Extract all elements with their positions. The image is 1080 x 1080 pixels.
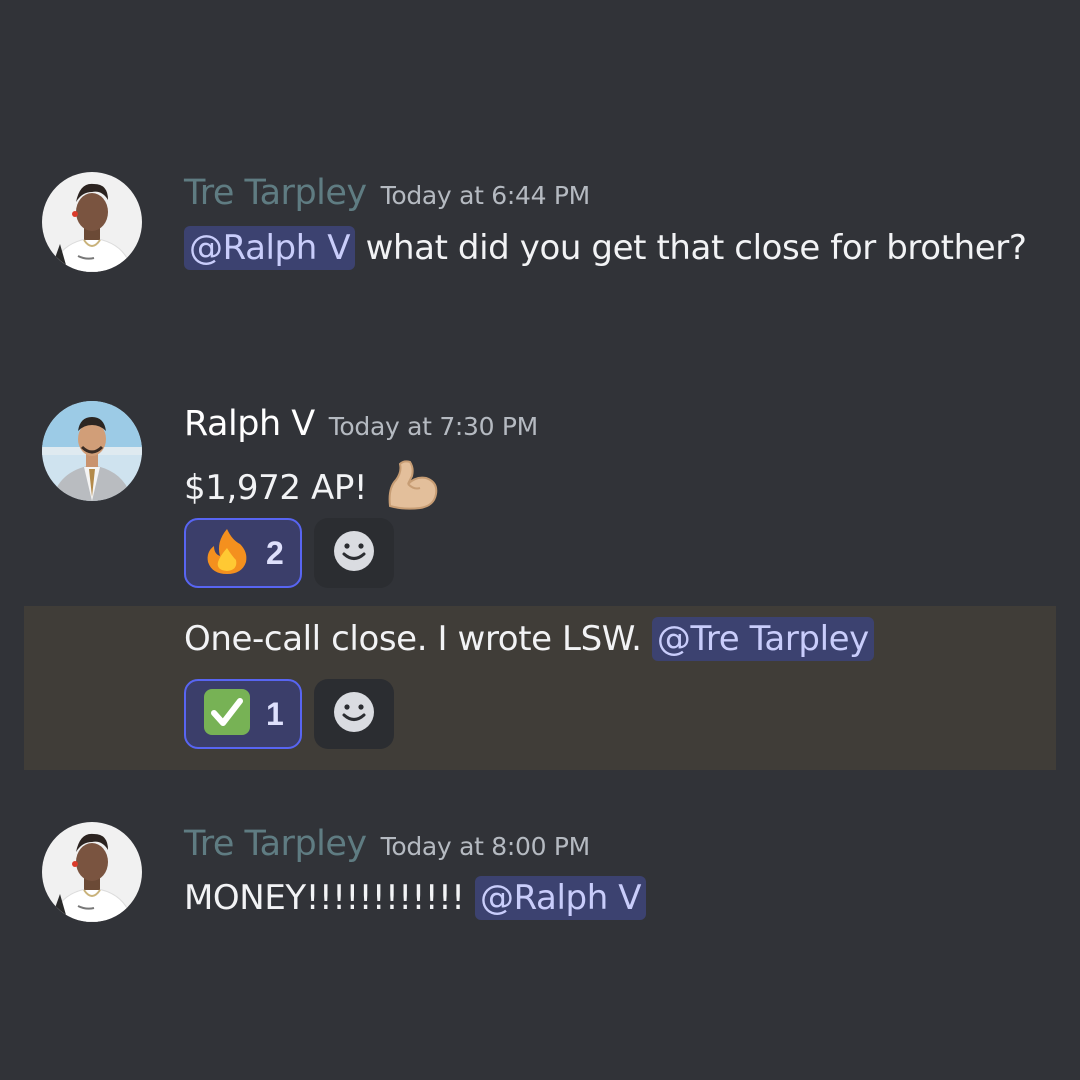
fire-icon — [202, 526, 252, 580]
message-content: One-call close. I wrote LSW. @Tre Tarple… — [184, 617, 874, 661]
flexed-biceps-icon — [384, 458, 440, 521]
check-mark-button-icon — [202, 687, 252, 741]
user-mention[interactable]: @Ralph V — [474, 876, 647, 920]
reaction-check[interactable]: 1 — [184, 679, 302, 749]
username[interactable]: Tre Tarpley — [184, 824, 367, 864]
message-text: MONEY!!!!!!!!!!!! — [184, 878, 465, 918]
smiley-icon — [332, 690, 376, 738]
reactions: 1 — [184, 679, 394, 749]
reaction-count: 2 — [266, 534, 284, 571]
reaction-fire[interactable]: 2 — [184, 518, 302, 588]
username[interactable]: Tre Tarpley — [184, 173, 367, 213]
reaction-count: 1 — [266, 695, 284, 732]
user-mention[interactable]: @Tre Tarpley — [651, 617, 874, 661]
message-header: Ralph V Today at 7:30 PM — [184, 404, 538, 444]
timestamp: Today at 8:00 PM — [380, 832, 591, 861]
avatar[interactable] — [42, 172, 142, 272]
username[interactable]: Ralph V — [184, 404, 315, 444]
timestamp: Today at 7:30 PM — [328, 412, 539, 441]
message-text: $1,972 AP! — [184, 468, 368, 508]
add-reaction-button[interactable] — [314, 679, 394, 749]
message-text: One-call close. I wrote LSW. — [184, 619, 642, 659]
message-header: Tre Tarpley Today at 8:00 PM — [184, 824, 590, 864]
smiley-icon — [332, 529, 376, 577]
reactions: 2 — [184, 518, 394, 588]
user-mention[interactable]: @Ralph V — [184, 226, 356, 270]
avatar[interactable] — [42, 822, 142, 922]
message-content: $1,972 AP! — [184, 458, 440, 521]
timestamp: Today at 6:44 PM — [380, 181, 591, 210]
message-content: @Ralph V what did you get that close for… — [184, 226, 1027, 270]
message-content: MONEY!!!!!!!!!!!! @Ralph V — [184, 876, 647, 920]
add-reaction-button[interactable] — [314, 518, 394, 588]
message-header: Tre Tarpley Today at 6:44 PM — [184, 173, 590, 213]
message-text: what did you get that close for brother? — [365, 228, 1027, 268]
avatar[interactable] — [42, 401, 142, 501]
